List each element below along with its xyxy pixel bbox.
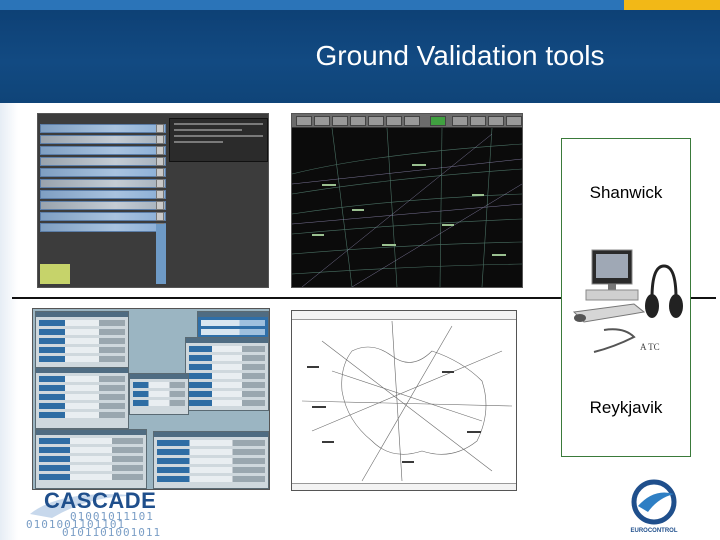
eurocontrol-logo: EUROCONTROL — [624, 478, 684, 538]
flight-strip — [40, 157, 166, 166]
flight-strip — [40, 146, 166, 155]
flight-strip-screenshot — [37, 113, 269, 288]
strip-side-bar — [156, 224, 166, 284]
map-status-bar — [292, 483, 516, 490]
header-accent-band — [624, 0, 720, 10]
atc-caption: A TC — [640, 342, 660, 352]
flight-strip — [40, 168, 166, 177]
form-window — [35, 311, 129, 373]
cascade-bits-row3: 0101101001011 — [62, 526, 162, 539]
map-screenshot — [291, 310, 517, 491]
headset-icon — [645, 264, 683, 318]
atc-box: Shanwick A TC Reykjavik — [561, 138, 691, 457]
form-window — [153, 431, 269, 489]
radar-display — [292, 127, 522, 287]
shanwick-label: Shanwick — [589, 183, 663, 202]
slide-header: Ground Validation tools — [0, 0, 720, 103]
strip-buttons — [156, 124, 164, 234]
eurocontrol-wordmark: EUROCONTROL — [630, 528, 678, 534]
header-top-band — [0, 0, 720, 10]
left-gradient-strip — [0, 103, 18, 540]
slide-title: Ground Validation tools — [315, 40, 605, 71]
reykjavik-label: Reykjavik — [589, 398, 663, 417]
popup-window — [129, 373, 189, 415]
flight-strip — [40, 223, 166, 232]
list-window — [185, 337, 269, 411]
map-display — [301, 320, 513, 482]
strip-list — [40, 124, 166, 234]
strip-status-box — [40, 264, 70, 284]
radar-screenshot — [291, 113, 523, 288]
eurocontrol-emblem-icon — [631, 479, 677, 525]
atc-workstation-image: A TC — [564, 242, 686, 357]
form-window — [35, 429, 147, 489]
flight-strip — [40, 190, 166, 199]
form-window — [35, 367, 129, 429]
flight-strip — [40, 179, 166, 188]
cascade-logo: CASCADE 01001011101 0101001101101 010110… — [22, 488, 168, 539]
flight-strip — [40, 124, 166, 133]
flight-strip — [40, 212, 166, 221]
flight-strip — [40, 135, 166, 144]
forms-screenshot — [32, 308, 270, 490]
flight-strip — [40, 201, 166, 210]
strip-info-panel — [169, 118, 268, 162]
